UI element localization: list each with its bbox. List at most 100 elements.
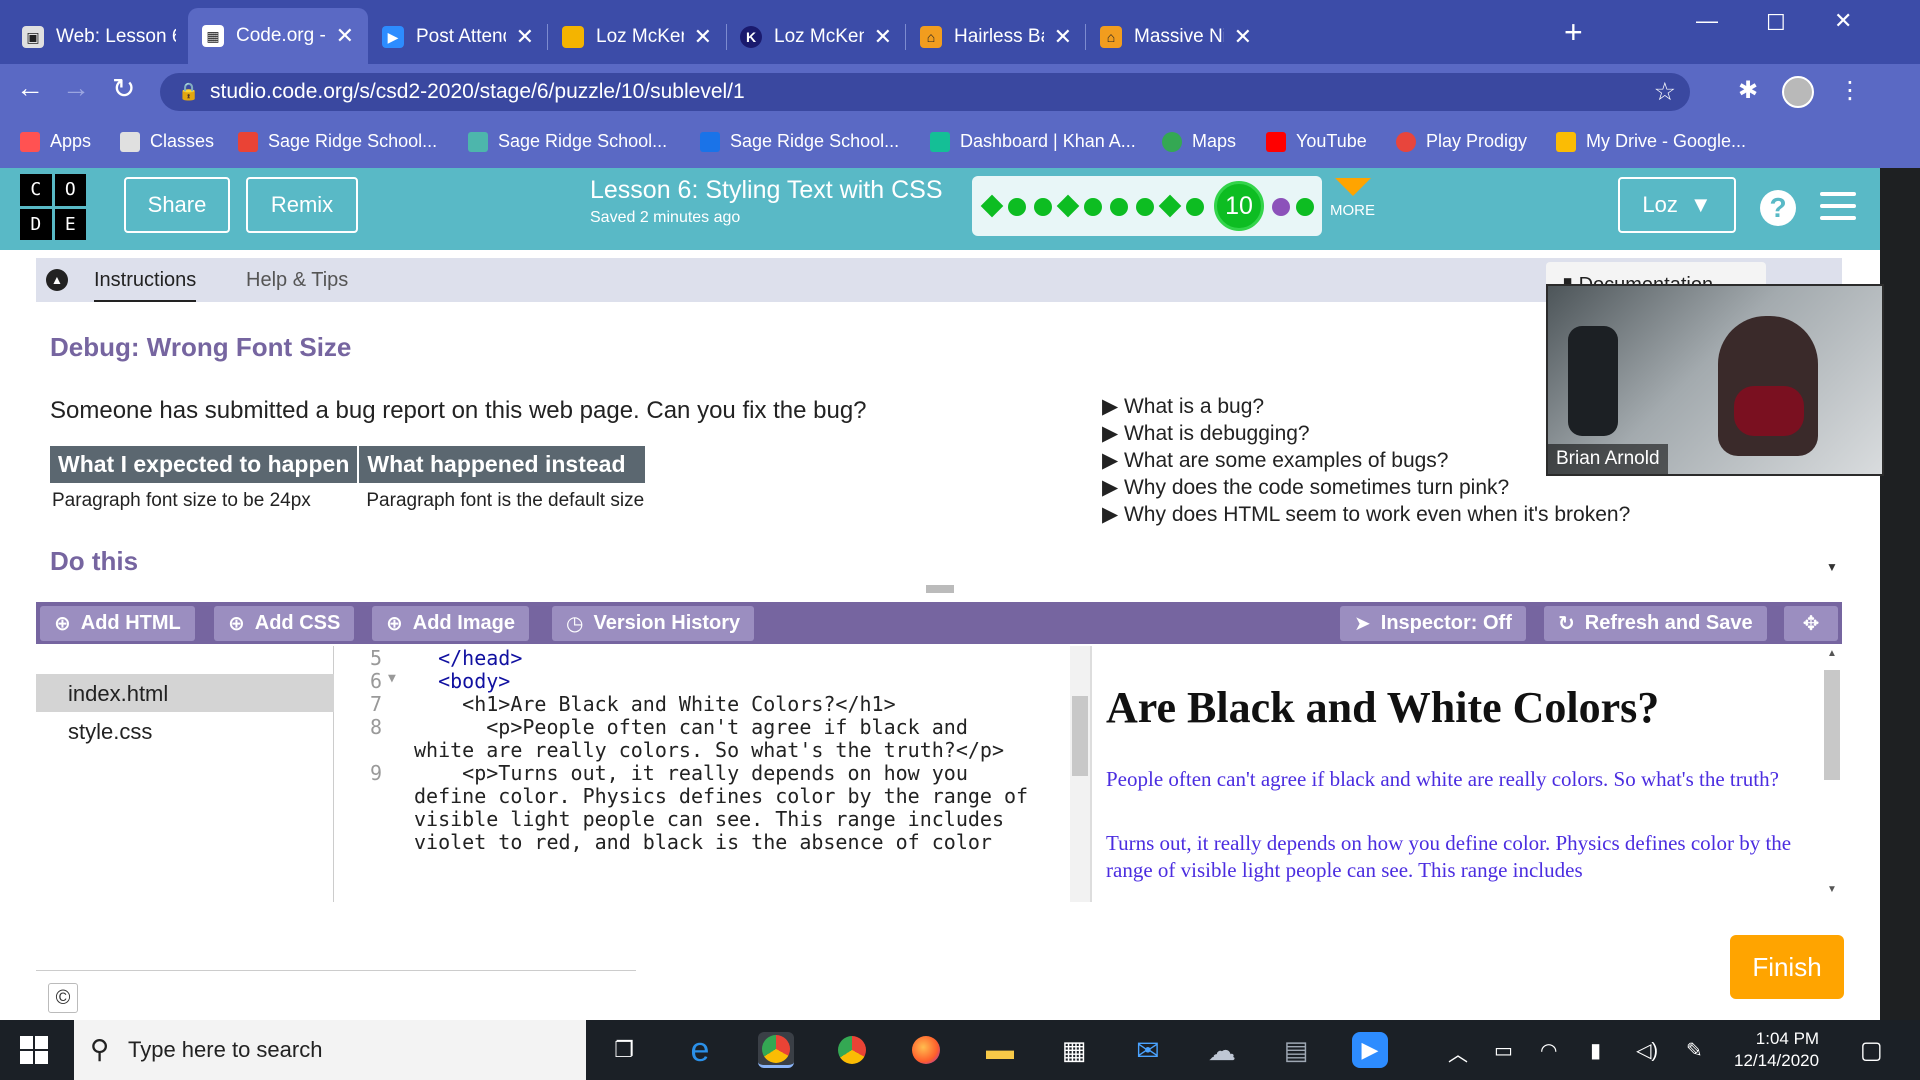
battery-icon[interactable]: ▭ <box>1494 1038 1513 1063</box>
level-diamond[interactable] <box>980 194 1004 218</box>
browser-tab[interactable]: K Loz McKenzie - ✕ <box>726 10 906 64</box>
level-dot[interactable] <box>1110 198 1128 216</box>
forward-icon[interactable]: → <box>62 72 90 104</box>
close-tab-icon[interactable]: ✕ <box>516 24 534 50</box>
level-diamond[interactable] <box>1158 194 1182 218</box>
level-dot[interactable] <box>1186 198 1204 216</box>
wifi-icon[interactable]: ◠ <box>1540 1038 1557 1063</box>
more-button[interactable]: MORE <box>1330 178 1375 219</box>
collapse-icon[interactable]: ▲ <box>46 269 68 291</box>
add-image-button[interactable]: ⊕ Add Image <box>372 606 530 641</box>
remix-button[interactable]: Remix <box>246 177 358 233</box>
codeorg-logo[interactable]: C O D E <box>20 174 86 240</box>
user-menu-button[interactable]: Loz ▼ <box>1618 177 1736 233</box>
version-history-button[interactable]: ◷ Version History <box>552 606 755 641</box>
help-icon[interactable]: ? <box>1760 190 1796 226</box>
tab-instructions[interactable]: Instructions <box>94 269 197 303</box>
bookmark-calendar[interactable]: Sage Ridge School... <box>700 131 899 152</box>
new-tab-icon[interactable]: + <box>1564 16 1583 48</box>
level-dot-sublevel[interactable] <box>1272 198 1290 216</box>
level-dot[interactable] <box>1136 198 1154 216</box>
bookmark-gmail[interactable]: Sage Ridge School... <box>238 131 437 152</box>
level-dot[interactable] <box>1008 198 1026 216</box>
browser-tab[interactable]: ⌂ Hairless Baby O ✕ <box>906 10 1086 64</box>
close-tab-icon[interactable]: ✕ <box>1234 24 1252 50</box>
bookmark-drive[interactable]: My Drive - Google... <box>1556 131 1746 152</box>
bookmark-youtube[interactable]: YouTube <box>1266 131 1367 152</box>
avatar[interactable] <box>1782 76 1814 108</box>
close-tab-icon[interactable]: ✕ <box>1054 24 1072 50</box>
browser-tab[interactable]: ⌂ Massive Nine-P ✕ <box>1086 10 1266 64</box>
volume-icon[interactable]: ◁) <box>1636 1038 1658 1063</box>
taskbar-search-input[interactable]: ⚲ Type here to search <box>74 1020 586 1080</box>
level-dot[interactable] <box>1084 198 1102 216</box>
edge-icon[interactable]: e <box>682 1031 718 1069</box>
scroll-up-icon[interactable]: ▲ <box>1827 648 1837 659</box>
hamburger-menu-icon[interactable] <box>1820 192 1856 228</box>
chrome-profile-icon[interactable] <box>834 1032 870 1068</box>
refresh-save-button[interactable]: ↻ Refresh and Save <box>1544 606 1767 641</box>
video-call-overlay[interactable]: Brian Arnold <box>1546 284 1884 476</box>
bookmark-maps[interactable]: Maps <box>1162 131 1236 152</box>
preview-scrollbar[interactable]: ▲ ▼ <box>1822 646 1842 902</box>
close-tab-icon[interactable]: ✕ <box>874 24 892 50</box>
tab-help-tips[interactable]: Help & Tips <box>246 269 348 292</box>
microphone-icon[interactable]: ▮ <box>1590 1038 1601 1063</box>
zoom-app-icon[interactable]: ▶ <box>1352 1032 1388 1068</box>
browser-tab[interactable]: Loz McKenzie - ✕ <box>548 10 726 64</box>
code-editor[interactable]: 5 6 ▼ 7 8 9 </head> <body> <h1>Are Black… <box>334 646 1070 902</box>
add-html-button[interactable]: ⊕ Add HTML <box>40 606 195 641</box>
store-icon[interactable]: ▦ <box>1056 1032 1092 1068</box>
mail-icon[interactable]: ✉ <box>1130 1032 1166 1068</box>
back-icon[interactable]: ← <box>16 72 44 104</box>
pen-icon[interactable]: ✎ <box>1686 1038 1703 1063</box>
url-text[interactable]: studio.code.org/s/csd2-2020/stage/6/puzz… <box>210 80 745 104</box>
firefox-icon[interactable] <box>908 1032 944 1068</box>
fullscreen-button[interactable]: ✥ <box>1784 606 1838 641</box>
close-tab-icon[interactable]: ✕ <box>336 23 354 49</box>
task-view-icon[interactable]: ❐ <box>606 1032 642 1068</box>
close-window-icon[interactable]: ✕ <box>1834 8 1852 34</box>
editor-scrollbar[interactable] <box>1070 646 1090 902</box>
level-dot[interactable] <box>1296 198 1314 216</box>
maximize-icon[interactable]: ☐ <box>1766 10 1786 36</box>
finish-button[interactable]: Finish <box>1730 935 1844 999</box>
share-button[interactable]: Share <box>124 177 230 233</box>
fold-arrow-icon[interactable]: ▼ <box>388 671 396 686</box>
bookmark-apps[interactable]: Apps <box>20 131 91 152</box>
panel-resize-handle[interactable] <box>926 585 954 593</box>
extensions-icon[interactable]: ✱ <box>1738 76 1758 105</box>
chrome-menu-icon[interactable]: ⋮ <box>1838 76 1862 105</box>
scroll-down-icon[interactable]: ▼ <box>1827 884 1837 895</box>
browser-tab[interactable]: ▶ Post Attendee - ✕ <box>368 10 548 64</box>
bookmark-prodigy[interactable]: Play Prodigy <box>1396 131 1527 152</box>
faq-item[interactable]: ▶ Why does HTML seem to work even when i… <box>1102 502 1630 529</box>
calculator-icon[interactable]: ▤ <box>1278 1032 1314 1068</box>
onedrive-icon[interactable]: ☁ <box>1204 1032 1240 1068</box>
system-clock[interactable]: 1:04 PM 12/14/2020 <box>1734 1028 1819 1072</box>
current-level-bubble[interactable]: 10 <box>1214 181 1264 231</box>
close-tab-icon[interactable]: ✕ <box>694 24 712 50</box>
level-dot[interactable] <box>1034 198 1052 216</box>
tray-chevron-up-icon[interactable]: ︿ <box>1448 1038 1468 1067</box>
chrome-icon[interactable] <box>758 1032 794 1068</box>
scroll-down-icon[interactable]: ▼ <box>1826 560 1838 574</box>
address-bar[interactable]: 🔒 studio.code.org/s/csd2-2020/stage/6/pu… <box>160 73 1690 111</box>
file-item-style-css[interactable]: style.css <box>36 712 334 750</box>
bookmark-school[interactable]: Sage Ridge School... <box>468 131 667 152</box>
inspector-toggle-button[interactable]: ➤ Inspector: Off <box>1340 606 1526 641</box>
level-diamond[interactable] <box>1056 194 1080 218</box>
windows-start-icon[interactable] <box>20 1036 48 1064</box>
add-css-button[interactable]: ⊕ Add CSS <box>214 606 355 641</box>
file-explorer-icon[interactable]: ▬ <box>982 1032 1018 1068</box>
reload-icon[interactable]: ↻ <box>112 72 135 105</box>
bookmark-star-icon[interactable]: ☆ <box>1654 77 1676 107</box>
faq-item[interactable]: ▶ Why does the code sometimes turn pink? <box>1102 475 1630 502</box>
browser-tab-active[interactable]: ▦ Code.org - CSD ✕ <box>188 8 368 64</box>
minimize-icon[interactable]: — <box>1696 8 1718 34</box>
copyright-button[interactable]: © <box>48 983 78 1013</box>
browser-tab[interactable]: ▣ Web: Lesson 6: ✕ <box>8 10 218 64</box>
notification-icon[interactable]: ▢ <box>1860 1036 1883 1065</box>
bookmark-khan[interactable]: Dashboard | Khan A... <box>930 131 1136 152</box>
file-item-index-html[interactable]: index.html <box>36 674 334 712</box>
